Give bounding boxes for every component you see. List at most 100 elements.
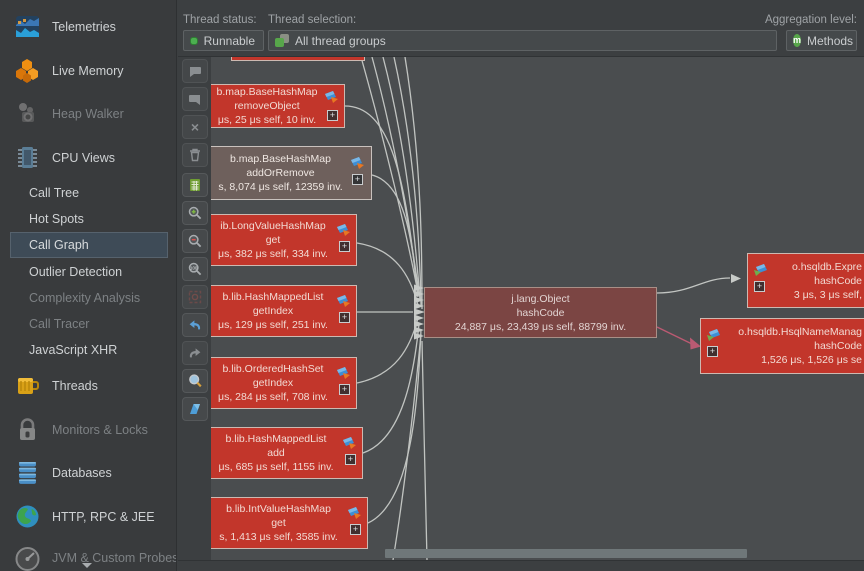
search-icon	[187, 373, 203, 389]
sidebar-item-heap-walker[interactable]: Heap Walker	[0, 97, 177, 131]
sidebar-item-label: JVM & Custom Probes	[52, 541, 177, 571]
sidebar-item-call-tree[interactable]: Call Tree	[0, 180, 177, 206]
sidebar-scroll-more-indicator[interactable]	[82, 563, 92, 568]
call-node-addorremove[interactable]: b.map.BaseHashMap addOrRemove s, 8,074 μ…	[211, 146, 372, 200]
zoom-out-button[interactable]	[182, 229, 208, 253]
zoom-100-icon: 100	[187, 261, 203, 277]
view-statistics-button[interactable]	[182, 173, 208, 197]
aggregation-level-select[interactable]: m Methods	[786, 30, 857, 51]
bottom-strip	[178, 560, 864, 571]
runnable-state-icon	[190, 37, 198, 45]
find-button[interactable]	[182, 369, 208, 393]
thread-selection-label: Thread selection:	[268, 14, 356, 26]
sidebar-item-label: JavaScript XHR	[29, 337, 117, 363]
globe-icon	[14, 503, 41, 530]
horizontal-scrollbar-thumb[interactable]	[385, 549, 747, 558]
call-graph-canvas[interactable]: b.map.BaseHashMap removeObject μs, 25 μs…	[211, 57, 864, 560]
sidebar-item-javascript-xhr[interactable]: JavaScript XHR	[0, 337, 177, 363]
node-stats: 1,526 μs, 1,526 μs se	[727, 353, 862, 367]
call-node-expression-hashcode[interactable]: o.hsqldb.Expre hashCode 3 μs, 3 μs self,…	[747, 253, 864, 308]
export-graph-button[interactable]	[182, 397, 208, 421]
sidebar-item-outlier-detection[interactable]: Outlier Detection	[0, 259, 177, 285]
graph-toolbar: × 100	[178, 57, 211, 560]
show-callees-button[interactable]	[182, 59, 208, 83]
call-node-hashmappedlist-add[interactable]: b.lib.HashMappedList add μs, 685 μs self…	[211, 427, 363, 479]
export-graph-icon	[187, 401, 203, 417]
sidebar-item-label: Complexity Analysis	[29, 285, 140, 311]
expand-marker-icon	[753, 263, 768, 276]
sidebar-item-call-tracer[interactable]: Call Tracer	[0, 311, 177, 337]
node-stats: μs, 129 μs self, 251 inv.	[212, 318, 334, 332]
expand-marker-icon	[342, 436, 357, 449]
expand-plus-button[interactable]: +	[339, 384, 350, 395]
undo-button[interactable]	[182, 313, 208, 337]
expand-plus-button[interactable]: +	[345, 454, 356, 465]
call-node-orderedhashset-getindex[interactable]: b.lib.OrderedHashSet getIndex μs, 284 μs…	[211, 357, 357, 409]
zoom-in-icon	[187, 205, 203, 221]
sidebar-item-label: Call Tracer	[29, 311, 89, 337]
sidebar-item-threads[interactable]: Threads	[0, 369, 177, 403]
sidebar-item-call-graph[interactable]: Call Graph	[0, 232, 177, 258]
node-method: removeObject	[212, 99, 322, 113]
fit-graph-button[interactable]	[182, 285, 208, 309]
call-node-clipped-top[interactable]	[231, 57, 365, 61]
node-stats: μs, 284 μs self, 708 inv.	[212, 390, 334, 404]
expand-plus-button[interactable]: +	[352, 174, 363, 185]
thread-status-value: Runnable	[204, 34, 255, 48]
sidebar-item-label: Databases	[52, 456, 112, 490]
call-node-intvaluehashmap-get[interactable]: b.lib.IntValueHashMap get s, 1,413 μs se…	[211, 497, 368, 549]
thread-selection-select[interactable]: All thread groups	[268, 30, 777, 51]
node-stats: μs, 382 μs self, 334 inv.	[212, 247, 334, 261]
redo-button[interactable]	[182, 341, 208, 365]
call-node-longvaluehashmap-get[interactable]: ib.LongValueHashMap get μs, 382 μs self,…	[211, 214, 357, 266]
thread-status-select[interactable]: Runnable	[183, 30, 264, 51]
sidebar-item-monitors-locks[interactable]: Monitors & Locks	[0, 413, 177, 447]
node-class: j.lang.Object	[433, 292, 648, 306]
remove-node-button[interactable]: ×	[182, 115, 208, 139]
call-node-hashmappedlist-getindex[interactable]: b.lib.HashMappedList getIndex μs, 129 μs…	[211, 285, 357, 337]
expand-plus-button[interactable]: +	[754, 281, 765, 292]
clear-graph-button[interactable]	[182, 143, 208, 167]
sidebar-item-hot-spots[interactable]: Hot Spots	[0, 206, 177, 232]
call-node-hsqlnamemanager-hashcode[interactable]: o.hsqldb.HsqlNameManag hashCode 1,526 μs…	[700, 318, 864, 374]
thread-status-label: Thread status:	[183, 14, 257, 26]
expand-marker-icon	[350, 156, 365, 169]
sidebar-item-telemetries[interactable]: Telemetries	[0, 10, 177, 44]
svg-text:100: 100	[190, 265, 198, 270]
expand-marker-icon	[336, 294, 351, 307]
zoom-in-button[interactable]	[182, 201, 208, 225]
zoom-out-icon	[187, 233, 203, 249]
node-class: b.map.BaseHashMap	[212, 85, 322, 99]
node-stats: 3 μs, 3 μs self,	[774, 288, 862, 302]
sidebar-item-live-memory[interactable]: Live Memory	[0, 54, 177, 88]
call-node-removeobject[interactable]: b.map.BaseHashMap removeObject μs, 25 μs…	[211, 84, 345, 128]
threads-icon	[14, 372, 41, 399]
telemetries-icon	[14, 13, 41, 40]
thread-groups-icon	[275, 34, 289, 47]
sidebar-item-cpu-views[interactable]: CPU Views	[0, 141, 177, 175]
node-class: b.lib.HashMappedList	[212, 432, 340, 446]
sidebar-item-label: Hot Spots	[29, 206, 84, 232]
expand-plus-button[interactable]: +	[339, 312, 350, 323]
cpu-views-icon	[14, 144, 41, 171]
show-callees-icon	[187, 63, 203, 79]
sidebar-item-complexity-analysis[interactable]: Complexity Analysis	[0, 285, 177, 311]
expand-plus-button[interactable]: +	[707, 346, 718, 357]
show-callers-button[interactable]	[182, 87, 208, 111]
node-stats: μs, 25 μs self, 10 inv.	[212, 113, 322, 127]
expand-plus-button[interactable]: +	[339, 241, 350, 252]
call-node-object-hashcode[interactable]: j.lang.Object hashCode 24,887 μs, 23,439…	[424, 287, 657, 338]
node-method: addOrRemove	[212, 166, 349, 180]
expand-marker-icon	[347, 506, 362, 519]
fit-graph-icon	[187, 289, 203, 305]
zoom-actual-size-button[interactable]: 100	[182, 257, 208, 281]
sidebar-item-databases[interactable]: Databases	[0, 456, 177, 490]
expand-plus-button[interactable]: +	[350, 524, 361, 535]
heap-walker-icon	[14, 100, 41, 127]
sidebar-item-label: Heap Walker	[52, 97, 124, 131]
lock-icon	[14, 416, 41, 443]
redo-icon	[187, 345, 203, 361]
node-method: getIndex	[212, 304, 334, 318]
expand-plus-button[interactable]: +	[327, 110, 338, 121]
sidebar-item-http-rpc-jee[interactable]: HTTP, RPC & JEE	[0, 500, 177, 534]
